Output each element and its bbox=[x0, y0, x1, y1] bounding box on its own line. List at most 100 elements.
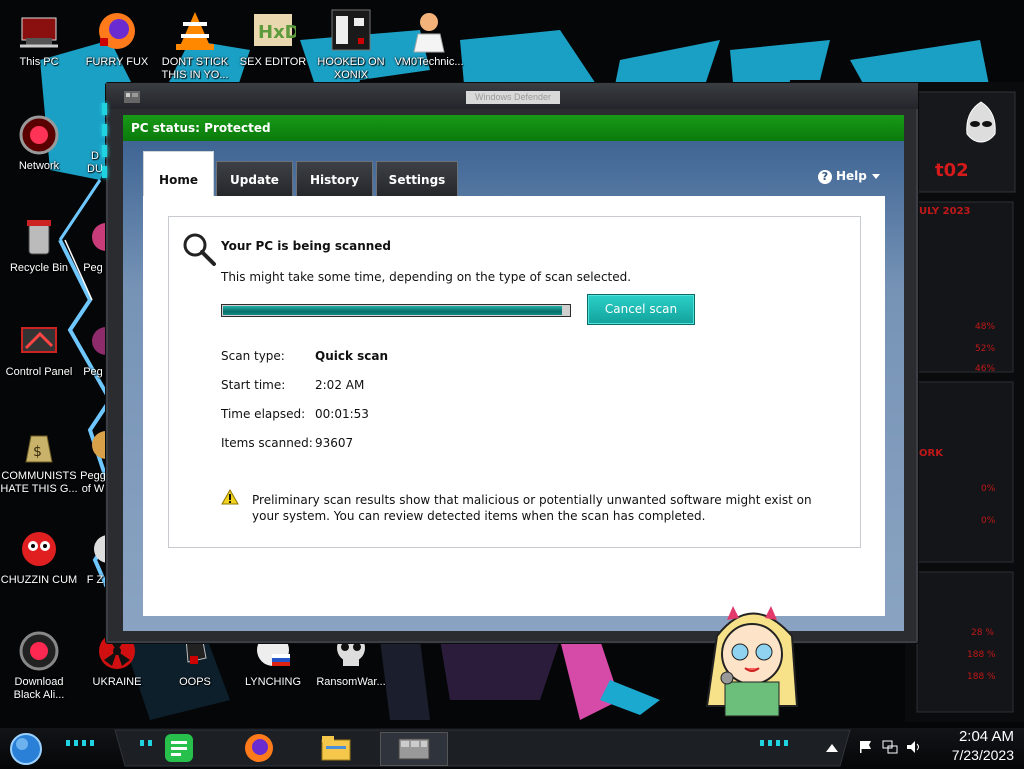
detail-row-start-time: Start time: 2:02 AM bbox=[221, 378, 364, 392]
hud-date: ULY 2023 bbox=[919, 206, 971, 217]
help-menu[interactable]: ? Help bbox=[818, 169, 880, 184]
desktop-icon-label: This PC bbox=[19, 56, 59, 68]
desktop-icon-label: CHUZZIN CUM bbox=[0, 574, 78, 586]
detail-value: 2:02 AM bbox=[315, 378, 365, 392]
defender-app-icon bbox=[124, 91, 140, 103]
doctor-icon bbox=[406, 8, 452, 54]
desktop-icon-partial[interactable]: Pegg of W bbox=[78, 422, 120, 496]
hud-row-3: 188 % bbox=[967, 672, 996, 682]
desktop-icon-this-pc[interactable]: This PC bbox=[0, 8, 78, 69]
hud-percent-2: 52% bbox=[975, 344, 996, 354]
money-bag-icon: $ bbox=[16, 422, 62, 468]
desktop-icon-label: Network bbox=[18, 160, 60, 172]
home-tab-content: Your PC is being scanned This might take… bbox=[143, 196, 885, 616]
desktop-icon-label: RansomWar... bbox=[316, 676, 386, 688]
desktop-icon-label: Peg bbox=[83, 366, 103, 378]
tab-history[interactable]: History bbox=[296, 161, 373, 197]
hud-label-3: 0% bbox=[981, 516, 996, 526]
desktop-icon-control-panel[interactable]: Control Panel bbox=[0, 318, 78, 379]
hud-label-1: ORK bbox=[919, 448, 943, 459]
svg-text:$: $ bbox=[33, 444, 42, 460]
preliminary-warning-text: Preliminary scan results show that malic… bbox=[252, 493, 812, 523]
detail-row-items-scanned: Items scanned: 93607 bbox=[221, 436, 353, 450]
desktop-icon-label: HOOKED ON XONIX bbox=[317, 56, 385, 81]
scan-panel: Your PC is being scanned This might take… bbox=[168, 216, 861, 548]
desktop-icon-label: Pegg of W bbox=[80, 470, 106, 495]
scan-title: Your PC is being scanned bbox=[221, 239, 392, 253]
start-orb-icon[interactable] bbox=[8, 732, 42, 765]
action-center-icon[interactable] bbox=[824, 740, 840, 754]
clock-time: 2:04 AM bbox=[958, 728, 1014, 745]
partial-icon bbox=[80, 318, 120, 364]
file-explorer-icon[interactable] bbox=[320, 732, 352, 764]
window-title: Windows Defender bbox=[466, 91, 560, 104]
window-titlebar[interactable]: Windows Defender bbox=[106, 83, 918, 109]
firefox-icon bbox=[94, 8, 140, 54]
desktop-icon-label: DONT STICK THIS IN YO... bbox=[161, 56, 229, 81]
system-clock[interactable]: 2:04 AM 7/23/2023 bbox=[924, 728, 1014, 764]
volume-icon[interactable] bbox=[906, 740, 922, 754]
desktop-icon-communists[interactable]: $ COMMUNISTS HATE THIS G... bbox=[0, 422, 78, 496]
svg-text:HxD: HxD bbox=[258, 22, 296, 43]
desktop-icon-label: Peg bbox=[83, 262, 103, 274]
hud-header: t02 bbox=[935, 160, 969, 181]
hud-row-1: 28 % bbox=[971, 628, 994, 638]
recycle-bin-icon bbox=[16, 214, 62, 260]
desktop-icon-label: COMMUNISTS HATE THIS G... bbox=[0, 470, 78, 495]
detail-value: 93607 bbox=[315, 436, 354, 450]
desktop-icon-vm0technic[interactable]: VM0Technic... bbox=[390, 8, 468, 69]
pc-status-banner: PC status: Protected bbox=[123, 115, 904, 141]
desktop-icon-sex-editor[interactable]: HxD SEX EDITOR bbox=[234, 8, 312, 69]
detail-row-scan-type: Scan type: Quick scan bbox=[221, 349, 388, 363]
desktop-icon-recycle-bin[interactable]: Recycle Bin bbox=[0, 214, 78, 275]
hxd-icon: HxD bbox=[250, 8, 300, 54]
desktop-icon-chuzzin[interactable]: CHUZZIN CUM bbox=[0, 526, 78, 587]
desktop-icon-dont-stick[interactable]: DONT STICK THIS IN YO... bbox=[156, 8, 234, 82]
desktop-icon-label: VM0Technic... bbox=[394, 56, 464, 68]
desktop-icon-furry-fux[interactable]: FURRY FUX bbox=[78, 8, 156, 69]
defender-window: Windows Defender PC status: Protected Ho… bbox=[102, 82, 919, 644]
detail-label: Time elapsed: bbox=[221, 407, 306, 421]
desktop-icon-label: LYNCHING bbox=[244, 676, 302, 688]
hud-row-2: 188 % bbox=[967, 650, 996, 660]
scan-subtitle: This might take some time, depending on … bbox=[221, 270, 632, 284]
flag-tray-icon[interactable] bbox=[858, 740, 874, 754]
partial-icon bbox=[80, 214, 120, 260]
vlc-icon bbox=[172, 8, 218, 54]
network-tray-icon[interactable] bbox=[882, 740, 898, 754]
desktop-icon-network[interactable]: Network bbox=[0, 112, 78, 173]
chuzzle-icon bbox=[16, 526, 62, 572]
xonix-icon bbox=[328, 8, 374, 54]
detail-value: Quick scan bbox=[315, 349, 389, 363]
desktop-icon-label: Recycle Bin bbox=[9, 262, 69, 274]
desktop-icon-hooked-on-xonix[interactable]: HOOKED ON XONIX bbox=[312, 8, 390, 82]
desktop-icon-label: UKRAINE bbox=[92, 676, 142, 688]
magnifier-icon bbox=[183, 233, 216, 266]
tab-update[interactable]: Update bbox=[216, 161, 293, 197]
window-left-leds bbox=[102, 103, 107, 187]
desktop-icon-label: Control Panel bbox=[5, 366, 73, 378]
scan-progress-bar bbox=[221, 304, 571, 317]
desktop-icon-label: Download Black Ali... bbox=[13, 676, 65, 701]
detail-label: Start time: bbox=[221, 378, 286, 392]
detail-row-time-elapsed: Time elapsed: 00:01:53 bbox=[221, 407, 369, 421]
tab-settings[interactable]: Settings bbox=[376, 161, 458, 197]
partial-icon bbox=[80, 422, 120, 468]
warning-icon bbox=[221, 489, 239, 505]
help-label: Help bbox=[836, 169, 867, 183]
firefox-taskbar-icon[interactable] bbox=[243, 732, 275, 764]
hud-percent-3: 46% bbox=[975, 364, 996, 374]
notes-app-icon[interactable] bbox=[163, 732, 195, 764]
detail-label: Scan type: bbox=[221, 349, 285, 363]
desktop-icon-partial[interactable]: Peg bbox=[78, 214, 120, 275]
tab-home[interactable]: Home bbox=[143, 151, 214, 197]
desktop-icon-download-black-alien[interactable]: Download Black Ali... bbox=[0, 628, 78, 702]
desktop-icon-label: OOPS bbox=[179, 676, 211, 688]
detail-label: Items scanned: bbox=[221, 436, 313, 450]
clock-date: 7/23/2023 bbox=[951, 747, 1014, 763]
desktop-icon-partial[interactable]: Peg bbox=[78, 318, 120, 379]
defender-taskbar-icon[interactable] bbox=[380, 732, 448, 766]
detail-value: 00:01:53 bbox=[315, 407, 369, 421]
control-panel-icon bbox=[16, 318, 62, 364]
cancel-scan-button[interactable]: Cancel scan bbox=[587, 294, 695, 325]
